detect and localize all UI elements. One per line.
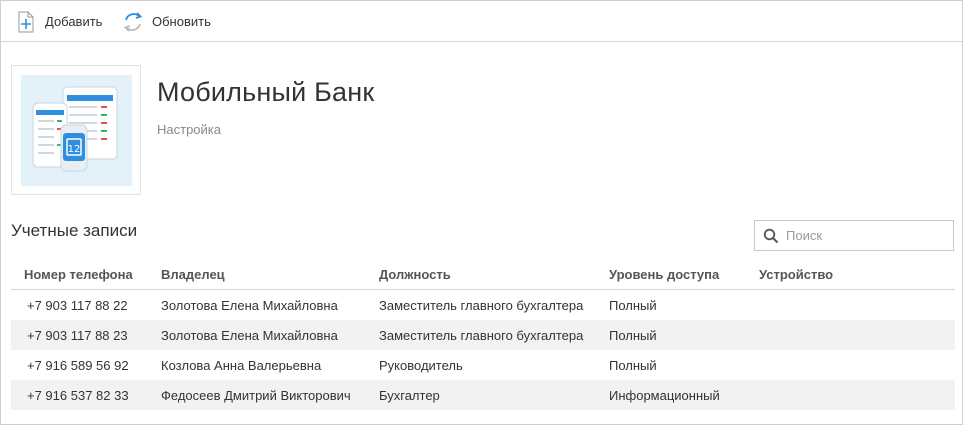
toolbar: Добавить Обновить xyxy=(1,1,962,42)
window-frame: Добавить Обновить 12 Мобильный Банк Наст… xyxy=(0,0,963,425)
column-header-access-level[interactable]: Уровень доступа xyxy=(609,267,719,282)
table-row[interactable]: +7 903 117 88 23 Золотова Елена Михайлов… xyxy=(11,320,955,350)
table-row[interactable]: +7 916 589 56 92 Козлова Анна Валерьевна… xyxy=(11,350,955,380)
table-header: Номер телефона Владелец Должность Уровен… xyxy=(11,260,955,290)
cell-owner: Козлова Анна Валерьевна xyxy=(161,358,322,373)
cell-position: Заместитель главного бухгалтера xyxy=(379,328,584,343)
cell-phone: +7 916 589 56 92 xyxy=(27,358,129,373)
cell-access-level: Полный xyxy=(609,298,657,313)
column-header-position[interactable]: Должность xyxy=(379,267,451,282)
search-box[interactable] xyxy=(754,220,954,251)
cell-position: Руководитель xyxy=(379,358,463,373)
add-button-label: Добавить xyxy=(45,14,103,29)
column-header-device[interactable]: Устройство xyxy=(759,267,833,282)
cell-access-level: Информационный xyxy=(609,388,720,403)
cell-position: Заместитель главного бухгалтера xyxy=(379,298,584,313)
refresh-icon xyxy=(122,10,144,34)
cell-owner: Золотова Елена Михайловна xyxy=(161,328,338,343)
section-title: Учетные записи xyxy=(11,221,138,240)
search-input[interactable] xyxy=(786,228,936,243)
cell-owner: Золотова Елена Михайловна xyxy=(161,298,338,313)
column-header-owner[interactable]: Владелец xyxy=(161,267,225,282)
app-thumbnail: 12 xyxy=(11,65,141,195)
app-title: Мобильный Банк xyxy=(157,77,375,107)
column-header-phone[interactable]: Номер телефона xyxy=(24,267,133,282)
mobile-bank-app-icon: 12 xyxy=(21,75,132,186)
accounts-table: Номер телефона Владелец Должность Уровен… xyxy=(11,260,955,410)
cell-phone: +7 916 537 82 33 xyxy=(27,388,129,403)
plus-document-icon xyxy=(17,11,35,33)
table-row[interactable]: +7 916 537 82 33 Федосеев Дмитрий Виктор… xyxy=(11,380,955,410)
table-row[interactable]: +7 903 117 88 22 Золотова Елена Михайлов… xyxy=(11,290,955,320)
cell-access-level: Полный xyxy=(609,328,657,343)
cell-phone: +7 903 117 88 22 xyxy=(27,298,128,313)
svg-text:12: 12 xyxy=(68,144,81,155)
cell-phone: +7 903 117 88 23 xyxy=(27,328,128,343)
cell-owner: Федосеев Дмитрий Викторович xyxy=(161,388,351,403)
cell-access-level: Полный xyxy=(609,358,657,373)
add-button[interactable]: Добавить xyxy=(17,1,102,42)
refresh-button-label: Обновить xyxy=(152,14,211,29)
cell-position: Бухгалтер xyxy=(379,388,440,403)
refresh-button[interactable]: Обновить xyxy=(122,1,211,42)
app-subtitle-settings-link[interactable]: Настройка xyxy=(157,122,221,137)
search-icon xyxy=(763,228,779,244)
